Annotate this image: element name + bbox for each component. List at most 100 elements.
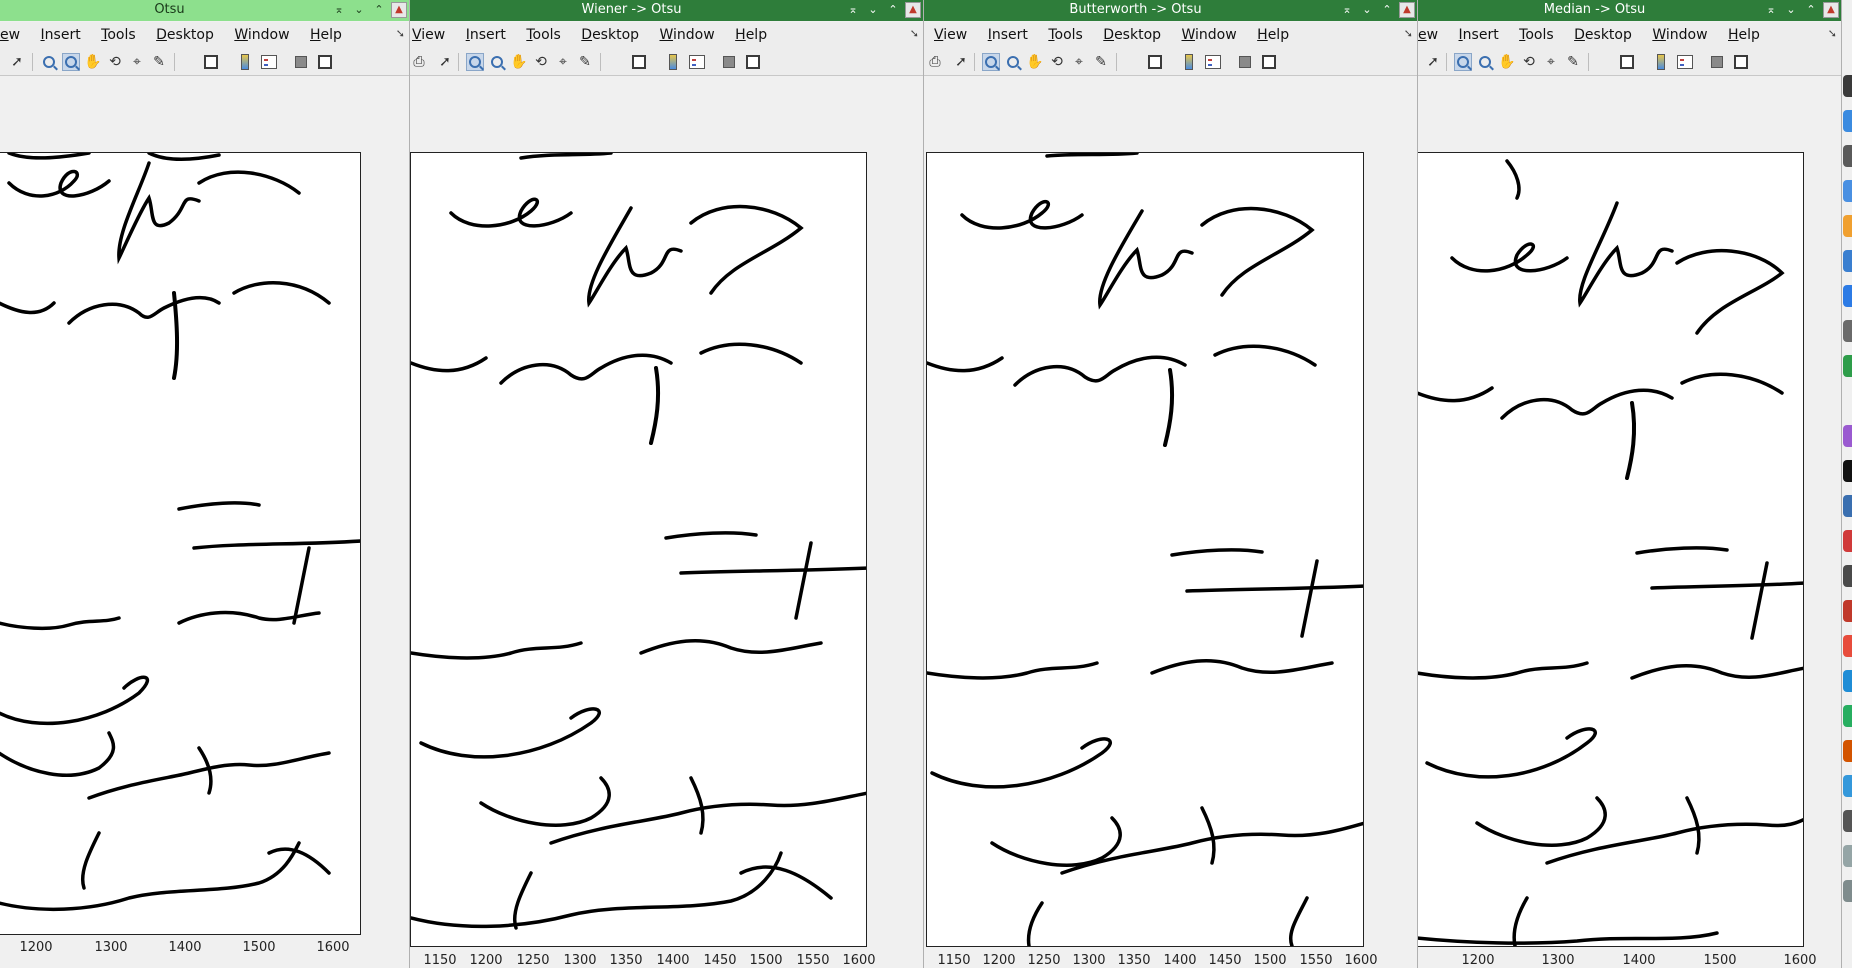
- maximize-icon[interactable]: ⌃: [885, 2, 901, 18]
- pan-hand-icon[interactable]: ✋: [1498, 53, 1516, 71]
- zoom-in-icon[interactable]: [982, 53, 1000, 71]
- minimize-icon[interactable]: ⌄: [865, 2, 881, 18]
- dock-app-icon[interactable]: [1843, 810, 1852, 832]
- data-cursor-icon[interactable]: ⌖: [1070, 53, 1088, 71]
- dock-app-icon[interactable]: [1843, 460, 1852, 482]
- dock-app-icon[interactable]: [1843, 670, 1852, 692]
- dock-app-icon[interactable]: [1843, 75, 1852, 97]
- minimize-icon[interactable]: ⌄: [1359, 2, 1375, 18]
- window-titlebar[interactable]: Wiener -> Otsu ⌅ ⌄ ⌃ ▲: [410, 0, 923, 21]
- menu-overflow-icon[interactable]: ➘: [910, 27, 919, 40]
- hide-plot-tools-icon[interactable]: [720, 53, 738, 71]
- figure-window-median-otsu[interactable]: Median -> Otsu ⌅ ⌄ ⌃ ▲ ew Insert Tools D…: [1418, 0, 1842, 968]
- close-icon[interactable]: ▲: [391, 2, 407, 18]
- image-axes[interactable]: [1418, 152, 1804, 947]
- zoom-in-icon[interactable]: [40, 53, 58, 71]
- link-plot-icon[interactable]: [1146, 53, 1164, 71]
- colorbar-icon[interactable]: [664, 53, 682, 71]
- hide-plot-tools-icon[interactable]: [292, 53, 310, 71]
- pan-hand-icon[interactable]: ✋: [84, 53, 102, 71]
- menu-insert[interactable]: Insert: [458, 22, 514, 48]
- dock-app-icon[interactable]: [1843, 740, 1852, 762]
- pan-hand-icon[interactable]: ✋: [1026, 53, 1044, 71]
- menu-window[interactable]: Window: [651, 22, 722, 48]
- close-icon[interactable]: ▲: [905, 2, 921, 18]
- menu-view[interactable]: ew: [1418, 22, 1446, 48]
- zoom-in-icon[interactable]: [466, 53, 484, 71]
- menu-help[interactable]: Help: [302, 22, 350, 48]
- data-cursor-icon[interactable]: ⌖: [1542, 53, 1560, 71]
- dock-app-icon[interactable]: [1843, 355, 1852, 377]
- rotate-3d-icon[interactable]: ⟲: [1048, 53, 1066, 71]
- maximize-icon[interactable]: ⌃: [1803, 2, 1819, 18]
- dock-app-icon[interactable]: [1843, 600, 1852, 622]
- window-titlebar[interactable]: Median -> Otsu ⌅ ⌄ ⌃ ▲: [1418, 0, 1841, 21]
- menu-overflow-icon[interactable]: ➘: [1404, 27, 1413, 40]
- menu-insert[interactable]: Insert: [33, 22, 89, 48]
- dock-app-icon[interactable]: [1843, 635, 1852, 657]
- minimize-icon[interactable]: ⌄: [351, 2, 367, 18]
- brush-icon[interactable]: ✎: [1564, 53, 1582, 71]
- legend-icon[interactable]: [1204, 53, 1222, 71]
- dock-app-icon[interactable]: [1843, 110, 1852, 132]
- maximize-icon[interactable]: ⌃: [1379, 2, 1395, 18]
- dock-app-icon[interactable]: [1843, 180, 1852, 202]
- pan-hand-icon[interactable]: ✋: [510, 53, 528, 71]
- dock-app-icon[interactable]: [1843, 425, 1852, 447]
- hide-plot-tools-icon[interactable]: [1236, 53, 1254, 71]
- legend-icon[interactable]: [260, 53, 278, 71]
- rotate-3d-icon[interactable]: ⟲: [106, 53, 124, 71]
- legend-icon[interactable]: [1676, 53, 1694, 71]
- pointer-icon[interactable]: ➚: [8, 53, 26, 71]
- dock-app-icon[interactable]: [1843, 285, 1852, 307]
- keep-above-icon[interactable]: ⌅: [1339, 2, 1355, 18]
- menu-window[interactable]: Window: [1173, 22, 1244, 48]
- zoom-in-icon[interactable]: [1454, 53, 1472, 71]
- rotate-3d-icon[interactable]: ⟲: [1520, 53, 1538, 71]
- zoom-out-icon[interactable]: [1476, 53, 1494, 71]
- menu-view[interactable]: View: [924, 22, 975, 48]
- data-cursor-icon[interactable]: ⌖: [128, 53, 146, 71]
- window-titlebar[interactable]: Butterworth -> Otsu ⌅ ⌄ ⌃ ▲: [924, 0, 1417, 21]
- colorbar-icon[interactable]: [236, 53, 254, 71]
- menu-overflow-icon[interactable]: ➘: [396, 27, 405, 40]
- dock-app-icon[interactable]: [1843, 250, 1852, 272]
- data-cursor-icon[interactable]: ⌖: [554, 53, 572, 71]
- menu-help[interactable]: Help: [727, 22, 775, 48]
- menu-desktop[interactable]: Desktop: [148, 22, 222, 48]
- close-icon[interactable]: ▲: [1399, 2, 1415, 18]
- link-plot-icon[interactable]: [202, 53, 220, 71]
- minimize-icon[interactable]: ⌄: [1783, 2, 1799, 18]
- menu-view[interactable]: View: [410, 22, 453, 48]
- link-plot-icon[interactable]: [630, 53, 648, 71]
- menu-desktop[interactable]: Desktop: [573, 22, 647, 48]
- figure-window-butterworth-otsu[interactable]: Butterworth -> Otsu ⌅ ⌄ ⌃ ▲ View Insert …: [924, 0, 1418, 968]
- dock-app-icon[interactable]: [1843, 565, 1852, 587]
- dock-app-icon[interactable]: [1843, 530, 1852, 552]
- menu-tools[interactable]: Tools: [1040, 22, 1091, 48]
- dock-app-icon[interactable]: [1843, 320, 1852, 342]
- rotate-3d-icon[interactable]: ⟲: [532, 53, 550, 71]
- show-plot-tools-icon[interactable]: [1260, 53, 1278, 71]
- dock-app-icon[interactable]: [1843, 775, 1852, 797]
- pointer-icon[interactable]: ➚: [1424, 53, 1442, 71]
- colorbar-icon[interactable]: [1180, 53, 1198, 71]
- image-axes[interactable]: [410, 152, 867, 947]
- dock-app-icon[interactable]: [1843, 145, 1852, 167]
- dock-app-icon[interactable]: [1843, 215, 1852, 237]
- dock-app-icon[interactable]: [1843, 880, 1852, 902]
- window-titlebar[interactable]: Otsu ⌅ ⌄ ⌃ ▲: [0, 0, 409, 21]
- pointer-icon[interactable]: ➚: [436, 53, 454, 71]
- menu-desktop[interactable]: Desktop: [1095, 22, 1169, 48]
- menu-help[interactable]: Help: [1249, 22, 1297, 48]
- keep-above-icon[interactable]: ⌅: [1763, 2, 1779, 18]
- dock-app-icon[interactable]: [1843, 845, 1852, 867]
- print-icon[interactable]: ⎙: [410, 53, 428, 71]
- figure-window-wiener-otsu[interactable]: Wiener -> Otsu ⌅ ⌄ ⌃ ▲ View Insert Tools…: [410, 0, 924, 968]
- print-icon[interactable]: ⎙: [926, 53, 944, 71]
- link-plot-icon[interactable]: [1618, 53, 1636, 71]
- hide-plot-tools-icon[interactable]: [1708, 53, 1726, 71]
- keep-above-icon[interactable]: ⌅: [331, 2, 347, 18]
- show-plot-tools-icon[interactable]: [1732, 53, 1750, 71]
- image-axes[interactable]: [0, 152, 361, 935]
